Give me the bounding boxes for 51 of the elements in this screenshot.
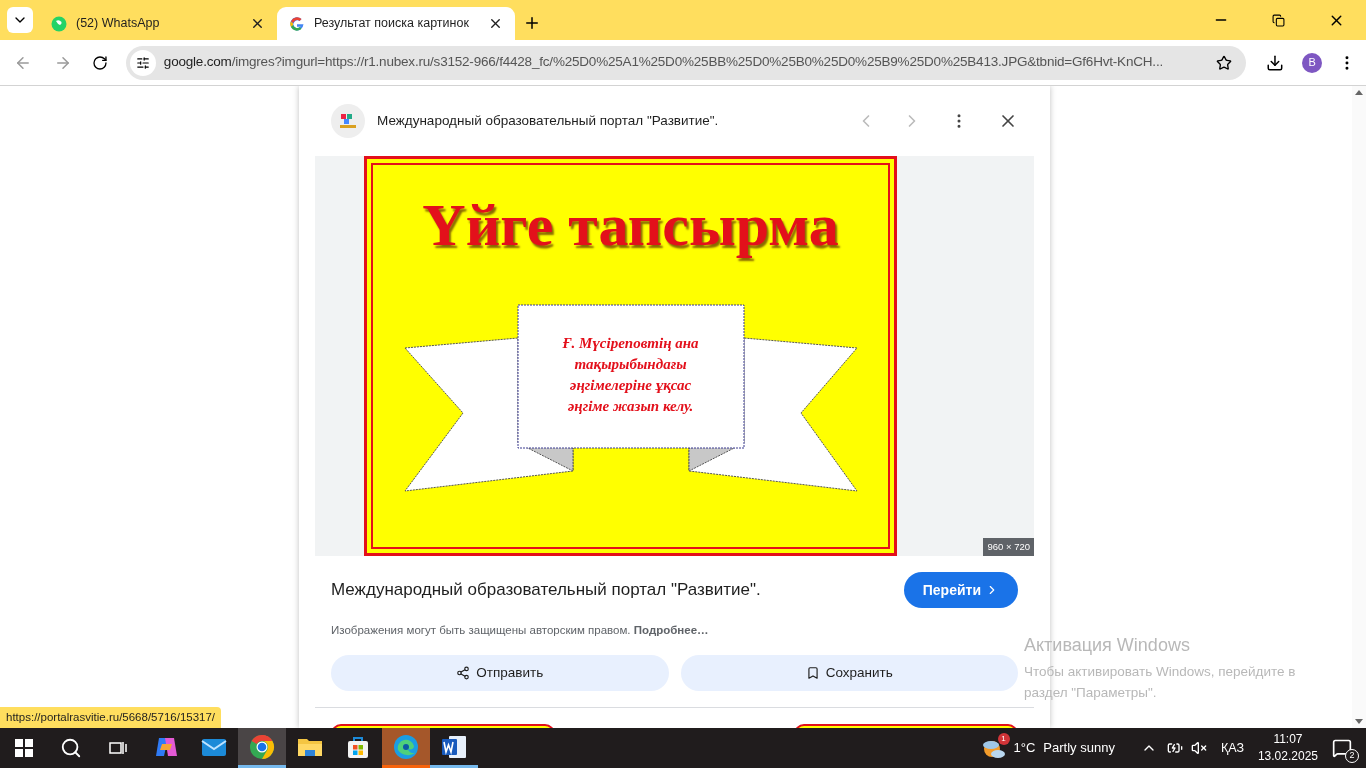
notification-badge: 1: [997, 733, 1010, 745]
windows-logo-icon: [15, 739, 33, 757]
profile-avatar[interactable]: B: [1302, 52, 1323, 73]
browser-tab[interactable]: Результат поиска картинок: [277, 7, 515, 40]
g-logo-icon: [289, 15, 305, 32]
image-title: Международный образовательный портал "Развитие".: [331, 579, 762, 602]
reload-icon[interactable]: [91, 54, 108, 71]
status-url: https://portalrasvitie.ru/5668/5716/15317/: [0, 706, 222, 728]
download-icon[interactable]: [1266, 53, 1285, 72]
new-tab-icon[interactable]: [523, 14, 541, 32]
search-icon[interactable]: [60, 737, 82, 759]
activation-message: Чтобы активировать Windows, перейдите в раздел "Параметры".: [1024, 663, 1297, 702]
battery-icon[interactable]: [1166, 740, 1183, 756]
save-button[interactable]: Сохранить: [680, 655, 1018, 692]
clock-date[interactable]: 13.02.2025: [1257, 748, 1318, 765]
muted-speaker-icon[interactable]: [1190, 740, 1207, 756]
close-icon[interactable]: [250, 16, 265, 31]
clock-time[interactable]: 11:07: [1273, 731, 1303, 748]
browser-tab[interactable]: (52) WhatsApp: [39, 7, 277, 40]
restore-icon[interactable]: [1272, 13, 1285, 27]
notification-count: 2: [1345, 749, 1359, 763]
document-w-icon: [441, 733, 467, 760]
share-icon: [456, 666, 471, 681]
url-text: google.com/imgres?imgurl=https://r1.nubex.ru/s3152-966/f4428_fc/%25D0%25A1%25D0%25BB%25D0%25B0%25D0%25B9%25D0%25B413.JPG&tbnid=Gf6Hvt-KnCH...: [163, 53, 1164, 72]
tab-title: Результат поиска картинок: [314, 15, 470, 33]
scrollbar[interactable]: [1352, 86, 1366, 728]
weather-temperature: 1°C: [1013, 739, 1036, 758]
site-settings-icon[interactable]: [129, 49, 156, 76]
visit-button[interactable]: Перейти: [903, 572, 1018, 608]
scroll-up-arrow-icon[interactable]: [1355, 90, 1363, 95]
chat-bubble-icon: [51, 15, 67, 32]
notifications-icon[interactable]: [1332, 738, 1352, 758]
tab-search-button[interactable]: [7, 7, 33, 33]
image-dimensions: 960 × 720: [983, 537, 1034, 556]
site-logo-icon: [331, 104, 365, 138]
bookmark-star-icon[interactable]: [1216, 54, 1233, 71]
scroll-down-arrow-icon[interactable]: [1355, 719, 1363, 724]
activation-title: Активация Windows: [1024, 634, 1191, 657]
tab-title: (52) WhatsApp: [76, 15, 161, 33]
wave-logo-icon: [393, 733, 419, 760]
chrome-logo-icon: [249, 733, 275, 760]
shopping-bag-icon: [346, 734, 370, 759]
input-language[interactable]: ҚАЗ: [1220, 738, 1244, 758]
share-button[interactable]: Отправить: [331, 655, 669, 692]
close-icon[interactable]: [488, 16, 503, 31]
address-bar[interactable]: google.com/imgres?imgurl=https://r1.nubex.ru/s3152-966/f4428_fc/%25D0%25A1%25D0%25BB%25D0%25B0%25D0%25B9%25D0%25B413.JPG&tbnid=Gf6Hvt-KnCH...: [125, 45, 1247, 80]
slide-caption: Ғ. Мүсіреповтің ана тақырыбындағы әңгімелеріне ұқсас әңгіме жазып келу.: [561, 334, 700, 416]
bookmark-icon: [805, 666, 820, 681]
copyright-notice: Изображения могут быть защищены авторским правом. Подробнее…: [330, 623, 710, 638]
source-name: Международный образовательный портал "Развитие".: [377, 111, 720, 130]
weather-condition: Partly sunny: [1043, 739, 1115, 758]
